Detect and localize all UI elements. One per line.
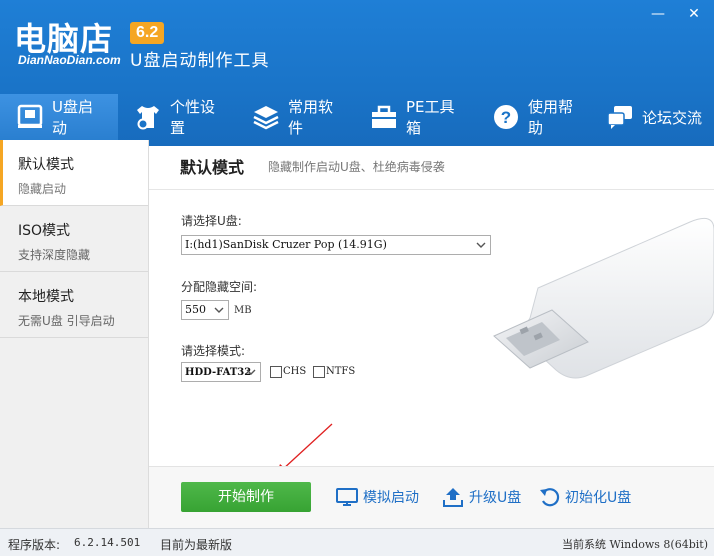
chevron-down-icon: [246, 369, 256, 375]
upload-icon: [443, 488, 463, 507]
nav-label: PE工具箱: [406, 98, 455, 137]
sidebar-item-desc: 支持深度隐藏: [18, 248, 91, 262]
app-subtitle: U盘启动制作工具: [130, 51, 270, 71]
svg-text:?: ?: [501, 108, 511, 127]
ntfs-checkbox-label: NTFS: [326, 366, 356, 377]
chs-checkbox-label: CHS: [283, 366, 307, 377]
upgrade-usb-button[interactable]: 升级U盘: [442, 486, 521, 508]
sidebar-item-iso-mode[interactable]: ISO模式 支持深度隐藏: [0, 206, 148, 272]
hidden-space-unit: MB: [234, 305, 252, 316]
upgrade-usb-label: 升级U盘: [469, 490, 522, 506]
nav-tab-help[interactable]: ? 使用帮助: [476, 94, 590, 140]
sidebar-item-title: 默认模式: [18, 157, 74, 173]
nav-tab-software[interactable]: 常用软件: [236, 94, 354, 140]
sidebar-item-default-mode[interactable]: 默认模式 隐藏启动: [0, 140, 148, 206]
undo-icon: [540, 488, 560, 507]
chevron-down-icon: [476, 242, 486, 248]
disk-select[interactable]: I:(hd1)SanDisk Cruzer Pop (14.91G): [181, 235, 491, 255]
system-info: 当前系统 Windows 8(64bit): [562, 536, 708, 552]
mode-sidebar: 默认模式 隐藏启动 ISO模式 支持深度隐藏 本地模式 无需U盘 引导启动: [0, 140, 149, 528]
version-badge: 6.2: [130, 22, 165, 44]
chs-checkbox[interactable]: [270, 366, 282, 378]
simulate-boot-label: 模拟启动: [363, 490, 419, 506]
version-label: 程序版本:: [8, 538, 61, 552]
system-value: Windows 8(64bit): [609, 538, 709, 551]
sidebar-item-title: ISO模式: [18, 223, 71, 239]
page-subtitle: 隐藏制作启动U盘、杜绝病毒侵袭: [268, 160, 445, 174]
hidden-space-value: 550: [185, 303, 206, 316]
disk-select-value: I:(hd1)SanDisk Cruzer Pop (14.91G): [185, 238, 387, 251]
update-status: 目前为最新版: [160, 538, 233, 552]
sidebar-item-desc: 无需U盘 引导启动: [18, 314, 115, 328]
hidden-space-select[interactable]: 550: [181, 300, 229, 320]
mode-select[interactable]: HDD-FAT32: [181, 362, 261, 382]
nav-label: 论坛交流: [642, 108, 703, 127]
start-making-button[interactable]: 开始制作: [181, 482, 311, 512]
ntfs-checkbox[interactable]: [313, 366, 325, 378]
status-bar: 程序版本: 6.2.14.501 目前为最新版 当前系统 Windows 8(6…: [0, 528, 714, 556]
minimize-button[interactable]: —: [644, 4, 672, 24]
sidebar-item-desc: 隐藏启动: [18, 182, 67, 196]
chat-icon: [606, 103, 634, 131]
simulate-boot-button[interactable]: 模拟启动: [336, 486, 419, 508]
divider: [149, 189, 714, 190]
mode-select-value: HDD-FAT32: [185, 367, 252, 378]
toolbox-icon: [370, 103, 398, 131]
initialize-usb-button[interactable]: 初始化U盘: [538, 486, 631, 508]
select-disk-label: 请选择U盘:: [181, 214, 242, 228]
mode-label: 请选择模式:: [181, 344, 246, 358]
nav-tab-forum[interactable]: 论坛交流: [590, 94, 714, 140]
nav-tab-pe-toolbox[interactable]: PE工具箱: [354, 94, 476, 140]
main-nav: U盘启动 个性设置 常用软件 PE工具箱 ? 使用帮助 论坛交流: [0, 94, 714, 140]
nav-label: U盘启动: [52, 98, 93, 137]
system-label: 当前系统: [562, 538, 606, 551]
page-title: 默认模式: [180, 158, 245, 177]
usb-drive-illustration: [493, 217, 714, 379]
usb-drive-icon: [16, 103, 44, 131]
close-button[interactable]: ✕: [680, 4, 708, 24]
help-icon: ?: [492, 103, 520, 131]
app-logo-domain: DianNaoDian.com: [18, 53, 121, 67]
nav-label: 个性设置: [170, 98, 216, 137]
monitor-icon: [336, 488, 358, 506]
shirt-gear-icon: [134, 103, 162, 131]
hidden-space-label: 分配隐藏空间:: [181, 280, 258, 294]
nav-tab-personalize[interactable]: 个性设置: [118, 94, 236, 140]
nav-label: 使用帮助: [528, 98, 574, 137]
version-value: 6.2.14.501: [74, 536, 141, 549]
chevron-down-icon: [214, 307, 224, 313]
initialize-usb-label: 初始化U盘: [565, 490, 632, 506]
nav-tab-usb-boot[interactable]: U盘启动: [0, 94, 118, 140]
sidebar-item-title: 本地模式: [18, 289, 74, 305]
nav-label: 常用软件: [288, 98, 334, 137]
layers-icon: [252, 103, 280, 131]
sidebar-item-local-mode[interactable]: 本地模式 无需U盘 引导启动: [0, 272, 148, 338]
